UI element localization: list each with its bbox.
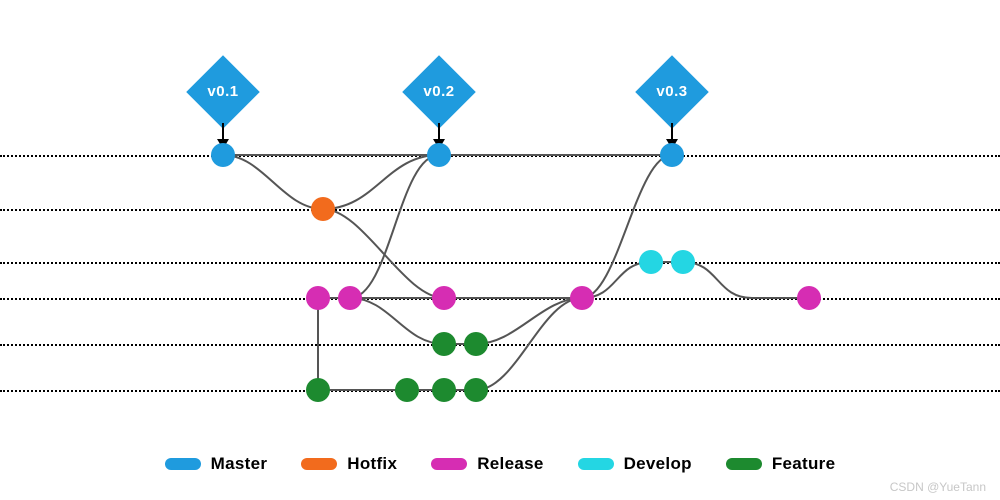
tag-label: v0.3	[646, 66, 698, 118]
commit-develop	[639, 250, 663, 274]
swatch-icon	[301, 458, 337, 470]
lane-feature2	[0, 390, 1000, 392]
swatch-icon	[726, 458, 762, 470]
commit-develop	[671, 250, 695, 274]
tag-v0-1: v0.1	[186, 55, 260, 129]
watermark: CSDN @YueTann	[890, 480, 986, 494]
tag-v0-2: v0.2	[402, 55, 476, 129]
legend-label: Feature	[772, 454, 836, 474]
commit-hotfix	[311, 197, 335, 221]
branch-connections	[0, 0, 1000, 500]
commit-feature	[306, 378, 330, 402]
legend-item-hotfix: Hotfix	[301, 454, 397, 474]
commit-feature	[432, 332, 456, 356]
commit-feature	[432, 378, 456, 402]
commit-master	[211, 143, 235, 167]
swatch-icon	[431, 458, 467, 470]
commit-release	[338, 286, 362, 310]
tag-label: v0.2	[413, 66, 465, 118]
commit-release	[797, 286, 821, 310]
legend-item-master: Master	[165, 454, 268, 474]
legend: Master Hotfix Release Develop Feature	[0, 454, 1000, 474]
lane-hotfix	[0, 209, 1000, 211]
tag-v0-3: v0.3	[635, 55, 709, 129]
legend-item-feature: Feature	[726, 454, 836, 474]
swatch-icon	[165, 458, 201, 470]
commit-release	[432, 286, 456, 310]
commit-release	[570, 286, 594, 310]
legend-label: Release	[477, 454, 543, 474]
legend-item-develop: Develop	[578, 454, 692, 474]
lane-develop	[0, 262, 1000, 264]
commit-feature	[464, 332, 488, 356]
commit-master	[660, 143, 684, 167]
legend-label: Develop	[624, 454, 692, 474]
commit-release	[306, 286, 330, 310]
lane-master	[0, 155, 1000, 157]
swatch-icon	[578, 458, 614, 470]
commit-feature	[395, 378, 419, 402]
gitflow-diagram: v0.1 v0.2 v0.3 Master Hotfix Release Dev…	[0, 0, 1000, 500]
tag-label: v0.1	[197, 66, 249, 118]
legend-label: Hotfix	[347, 454, 397, 474]
commit-master	[427, 143, 451, 167]
lane-feature1	[0, 344, 1000, 346]
lane-release	[0, 298, 1000, 300]
legend-label: Master	[211, 454, 268, 474]
commit-feature	[464, 378, 488, 402]
legend-item-release: Release	[431, 454, 543, 474]
